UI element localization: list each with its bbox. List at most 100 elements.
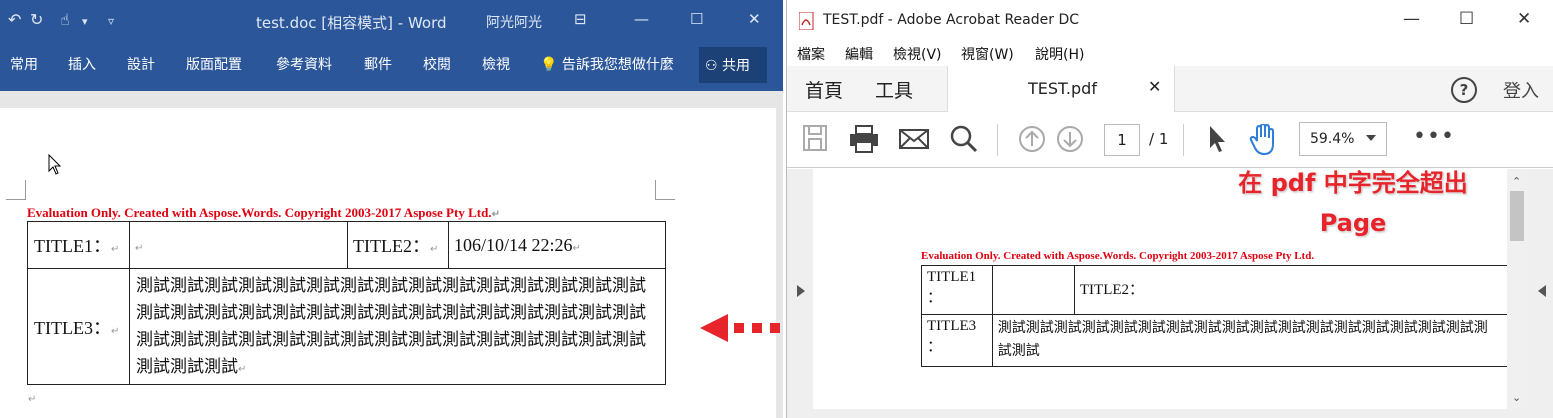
chevron-down-icon[interactable]: ▾: [82, 15, 88, 28]
pdf-file-icon: [799, 12, 814, 30]
tab-review[interactable]: 校閱: [423, 54, 451, 74]
lightbulb-icon: 💡: [540, 57, 558, 73]
left-pane-toggle-icon[interactable]: [797, 285, 805, 297]
body-line1: 測試測試測試測試測試測試測試測試測試測試測試測試測試測試測試測試測試測: [997, 321, 1488, 336]
ribbon-display-icon[interactable]: ⊟: [574, 10, 587, 28]
close-tab-icon[interactable]: ✕: [1148, 77, 1161, 96]
vertical-scrollbar[interactable]: ⌃ ⌄: [1507, 169, 1527, 409]
page-total: / 1: [1149, 130, 1169, 148]
menu-file[interactable]: 檔案: [797, 44, 825, 64]
title1-label: TITLE1: [927, 269, 977, 285]
menu-help[interactable]: 說明(H): [1035, 44, 1084, 64]
next-page-icon[interactable]: [1055, 124, 1085, 154]
restore-icon[interactable]: ☐: [690, 10, 703, 28]
paragraph-mark: ↵: [135, 242, 144, 254]
tell-me-text: 告訴我您想做什麼: [561, 57, 674, 73]
title1-cell: TITLE1 ：: [921, 265, 993, 315]
save-icon[interactable]: [803, 124, 829, 154]
touch-mode-icon[interactable]: ☝: [60, 10, 70, 29]
maximize-icon[interactable]: ☐: [1459, 9, 1474, 29]
tab-layout[interactable]: 版面配置: [186, 54, 242, 74]
word-table: TITLE1：↵ ↵ TITLE2：↵ 106/10/14 22:26↵ TIT…: [27, 221, 666, 385]
scroll-up-icon[interactable]: ⌃: [1512, 175, 1521, 188]
more-tools-icon[interactable]: •••: [1413, 124, 1455, 149]
paragraph-mark: ↵: [429, 244, 439, 255]
title2-cell[interactable]: TITLE2：↵: [347, 221, 449, 269]
scrollbar-thumb[interactable]: [1510, 191, 1524, 241]
title1-value-cell: [991, 265, 1075, 315]
zoom-dropdown[interactable]: 59.4%: [1299, 122, 1387, 156]
word-title-bar: ↶ ↻ ☝ ▾ ▿ test.doc [相容模式] - Word 阿光阿光 ⊟ …: [0, 0, 783, 44]
word-ribbon-tabs: 常用 插入 設計 版面配置 參考資料 郵件 校閱 檢視 💡 告訴我您想做什麼 ⚇…: [0, 44, 783, 91]
email-icon[interactable]: [899, 124, 929, 154]
toolbar-divider: [1183, 124, 1184, 156]
acrobat-tab-bar: 首頁 工具 TEST.pdf ✕ ? 登入: [787, 66, 1553, 112]
table-row: TITLE3 ： 測試測試測試測試測試測試測試測試測試測試測試測試測試測試測試測試…: [921, 314, 1507, 367]
title1-value-cell[interactable]: ↵: [129, 221, 348, 269]
tab-document[interactable]: TEST.pdf ✕: [947, 66, 1175, 112]
table-row: TITLE3：↵ 測試測試測試測試測試測試測試測試測試測試測試測試測試測試測試測…: [27, 268, 666, 385]
title1-cell[interactable]: TITLE1：↵: [27, 221, 130, 269]
word-document-title: test.doc [相容模式] - Word: [256, 14, 447, 32]
evaluation-notice: Evaluation Only. Created with Aspose.Wor…: [921, 250, 1315, 262]
crop-mark: [655, 180, 675, 200]
minimize-icon[interactable]: —: [1403, 9, 1420, 29]
annotation-note: 在 pdf 中字完全超出 Page: [1203, 163, 1503, 243]
sign-in-link[interactable]: 登入: [1503, 77, 1539, 103]
search-icon[interactable]: [949, 124, 979, 154]
table-row: TITLE1 ： TITLE2：: [921, 265, 1507, 315]
tab-view[interactable]: 檢視: [482, 54, 510, 74]
title3-label: TITLE3：: [34, 317, 111, 338]
tab-design[interactable]: 設計: [127, 54, 155, 74]
body-cell: 測試測試測試測試測試測試測試測試測試測試測試測試測試測試測試測試測試測 試測試: [991, 314, 1507, 367]
share-label: 共用: [722, 58, 751, 74]
help-icon[interactable]: ?: [1451, 77, 1477, 103]
tab-tools[interactable]: 工具: [875, 76, 913, 103]
page-number-input[interactable]: 1: [1104, 124, 1140, 156]
acrobat-toolbar: 1 / 1 59.4% •••: [787, 112, 1553, 168]
acrobat-window-title: TEST.pdf - Adobe Acrobat Reader DC: [823, 12, 1080, 28]
body-cell[interactable]: 測試測試測試測試測試測試測試測試測試測試測試測試測試測試測試測試測試測試測試測試…: [129, 268, 666, 385]
hand-tool-icon[interactable]: [1249, 124, 1279, 156]
annotation-line2: Page: [1319, 209, 1387, 237]
menu-edit[interactable]: 編輯: [845, 44, 873, 64]
word-window: ↶ ↻ ☝ ▾ ▿ test.doc [相容模式] - Word 阿光阿光 ⊟ …: [0, 0, 783, 418]
close-icon[interactable]: ✕: [748, 10, 761, 28]
colon-text: ：: [927, 339, 943, 355]
close-icon[interactable]: ✕: [1517, 9, 1531, 29]
minimize-icon[interactable]: —: [634, 10, 649, 28]
scroll-down-icon[interactable]: ⌄: [1512, 391, 1521, 404]
redo-icon[interactable]: ↻: [30, 10, 43, 29]
title3-label: TITLE3: [927, 318, 977, 334]
date-cell[interactable]: 106/10/14 22:26↵: [448, 221, 666, 269]
tab-home[interactable]: 首頁: [805, 76, 843, 103]
tab-references[interactable]: 參考資料: [276, 54, 332, 74]
customize-toolbar-icon[interactable]: ▿: [108, 14, 114, 28]
undo-icon[interactable]: ↶: [8, 10, 21, 29]
menu-view[interactable]: 檢視(V): [893, 44, 942, 64]
toolbar-divider: [997, 124, 998, 156]
right-pane-toggle-icon[interactable]: [1538, 285, 1546, 297]
acrobat-menu-bar: 檔案 編輯 檢視(V) 視窗(W) 說明(H): [787, 42, 1553, 66]
title2-label: TITLE2：: [353, 236, 430, 256]
print-icon[interactable]: [849, 124, 879, 154]
paragraph-mark: ↵: [110, 325, 120, 337]
acrobat-title-bar: TEST.pdf - Adobe Acrobat Reader DC — ☐ ✕: [787, 0, 1553, 42]
acrobat-window: TEST.pdf - Adobe Acrobat Reader DC — ☐ ✕…: [786, 0, 1553, 418]
pdf-page[interactable]: 在 pdf 中字完全超出 Page Evaluation Only. Creat…: [813, 169, 1507, 409]
zoom-value: 59.4%: [1310, 131, 1355, 147]
pdf-viewer-area: 在 pdf 中字完全超出 Page Evaluation Only. Creat…: [787, 169, 1553, 418]
tell-me-box[interactable]: 💡 告訴我您想做什麼: [540, 54, 674, 74]
tab-mailings[interactable]: 郵件: [364, 54, 392, 74]
menu-window[interactable]: 視窗(W): [961, 44, 1014, 64]
tab-insert[interactable]: 插入: [68, 54, 96, 74]
paragraph-mark: ↵: [28, 394, 37, 405]
title3-cell[interactable]: TITLE3：↵: [27, 268, 130, 385]
share-button[interactable]: ⚇ 共用: [699, 47, 767, 83]
select-tool-icon[interactable]: [1207, 124, 1229, 154]
tab-home[interactable]: 常用: [10, 54, 38, 74]
chevron-down-icon: [1366, 135, 1376, 141]
word-user-name[interactable]: 阿光阿光: [486, 12, 542, 32]
previous-page-icon[interactable]: [1017, 124, 1047, 154]
evaluation-notice: Evaluation Only. Created with Aspose.Wor…: [27, 205, 500, 221]
